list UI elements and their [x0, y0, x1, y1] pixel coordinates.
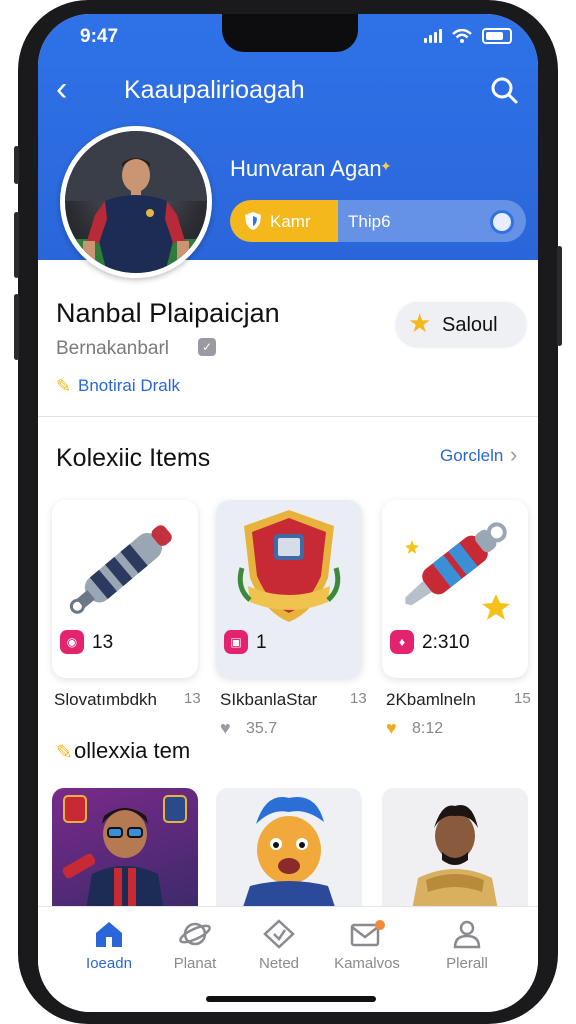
power-button: [557, 246, 562, 346]
sparkle-icon: ✦: [380, 158, 392, 174]
avatar[interactable]: [60, 126, 212, 278]
character-avatar: [242, 797, 336, 910]
status-icons: [424, 28, 512, 44]
wifi-icon: [452, 29, 472, 43]
header-name: Hunvaran Agan: [230, 156, 382, 181]
bottle-item-icon: [69, 525, 172, 614]
planet-icon: [179, 922, 211, 946]
home-indicator[interactable]: [206, 996, 376, 1002]
pill-right-label: Thip6: [348, 212, 391, 231]
chevron-right-icon[interactable]: ›: [510, 442, 517, 468]
item-value: 1: [256, 632, 267, 653]
tab-nested[interactable]: Neted: [234, 919, 324, 972]
mail-icon: [350, 920, 385, 947]
item-count: 13: [350, 690, 367, 707]
home-icon: [96, 922, 122, 947]
back-icon[interactable]: ‹: [56, 72, 67, 106]
character-tile[interactable]: [382, 788, 528, 910]
item-name: SIkbanlaStar: [220, 690, 318, 709]
character-avatar: [412, 804, 498, 910]
tab-messages[interactable]: Kamalvos: [322, 919, 412, 972]
signal-icon: [424, 29, 442, 43]
battery-icon: [482, 28, 512, 44]
item-count: 15: [514, 690, 531, 707]
tab-label: Planat: [173, 955, 217, 972]
camera-notch: [222, 14, 358, 52]
character-tile[interactable]: [52, 788, 198, 910]
item-badge-icon: ♦: [390, 630, 414, 654]
item-value: 13: [92, 632, 114, 653]
tab-label: Ioeadn: [86, 955, 132, 972]
item-badge-icon: ▣: [224, 630, 248, 654]
screen: 9:47 ‹ Kaaupalirioagah Hunvaran Agan ✦ K…: [38, 14, 538, 1012]
collection-title: Kolexiic Items: [56, 444, 211, 472]
tab-home[interactable]: Ioeadn: [64, 919, 154, 972]
item-badge-icon: ◉: [60, 630, 84, 654]
collection-card[interactable]: ♦ 2:310: [382, 500, 528, 678]
follow-button[interactable]: ★ Saloul: [396, 302, 526, 346]
nav-title: Kaaupalirioagah: [124, 76, 305, 104]
item-likes: 8:12: [412, 720, 444, 737]
star-icon: ★: [408, 308, 432, 338]
profile-username: Bernakanbarl: [56, 338, 170, 359]
collection-card[interactable]: ▣ 1: [216, 500, 362, 678]
volume-up-button: [14, 212, 19, 278]
tab-label: Kamalvos: [334, 955, 400, 972]
item-value: 2:310: [422, 632, 470, 653]
tab-label: Plerall: [446, 955, 488, 972]
item-likes: 35.7: [246, 720, 278, 737]
diamond-icon: [263, 919, 295, 949]
shield-item-icon: [237, 510, 341, 622]
mute-switch: [14, 146, 19, 184]
collection-card[interactable]: ◉ 13: [52, 500, 198, 678]
divider: [38, 416, 538, 417]
volume-down-button: [14, 294, 19, 360]
heart-icon[interactable]: ♥: [386, 718, 397, 739]
edit-icon: ✎: [56, 376, 72, 396]
stats-pill[interactable]: Kamr Thip6: [230, 200, 526, 242]
player-portrait: [65, 131, 207, 273]
profile-name: Nanbal Plaipaicjan: [56, 298, 280, 328]
heart-icon[interactable]: ♥: [220, 718, 231, 739]
see-all-link[interactable]: Gorcleln: [440, 446, 503, 466]
flask-item-icon: [405, 522, 510, 620]
tab-label: Neted: [258, 955, 300, 972]
character-tile[interactable]: [216, 788, 362, 910]
verified-icon: ✓: [198, 338, 216, 356]
status-time: 9:47: [80, 26, 119, 47]
item-count: 13: [184, 690, 201, 707]
search-icon[interactable]: [490, 76, 518, 104]
profile-icon: [453, 920, 481, 949]
edit-icon: ✎: [56, 742, 73, 764]
item-name: 2Kbamlneln: [386, 690, 476, 709]
collection2-title: ollexxia tem: [74, 738, 191, 763]
tab-planet[interactable]: Planat: [150, 919, 240, 972]
profile-link[interactable]: Bnotirai Dralk: [78, 376, 180, 396]
toggle-ring-icon[interactable]: [490, 210, 514, 234]
shield-icon: [245, 212, 261, 230]
item-name: Slovatımbdkh: [54, 690, 157, 709]
character-avatar: [62, 795, 187, 910]
follow-button-label: Saloul: [442, 314, 498, 336]
tab-profile[interactable]: Plerall: [422, 919, 512, 972]
pill-left-label: Kamr: [270, 212, 311, 231]
